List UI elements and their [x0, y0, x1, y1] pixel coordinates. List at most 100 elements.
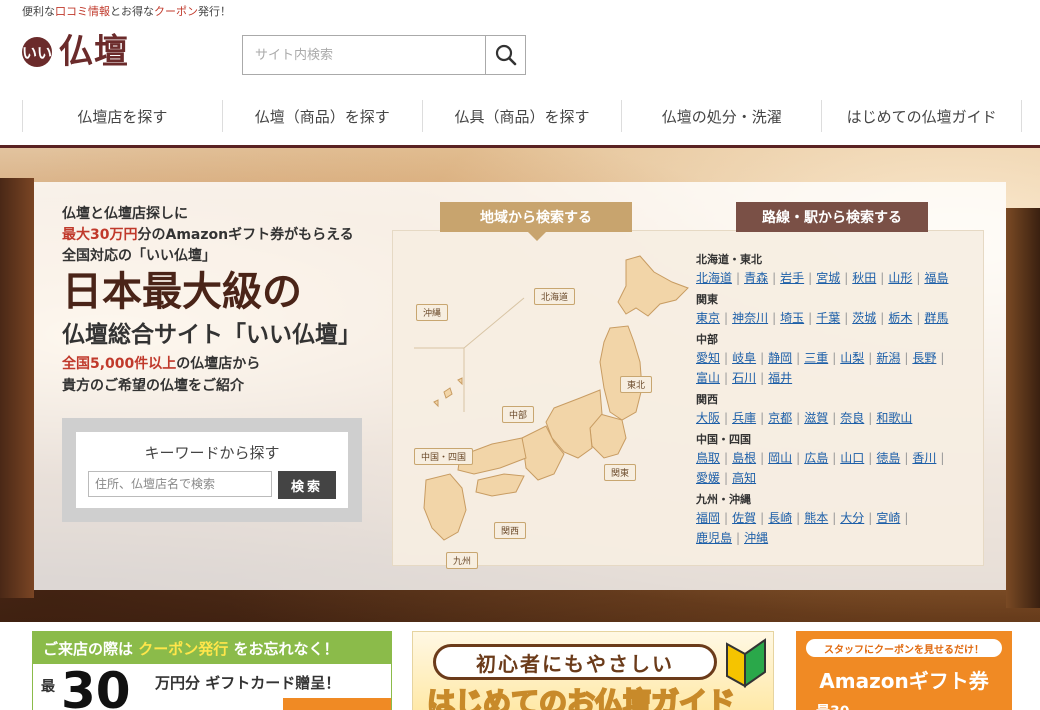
area-heading: 中国・四国: [696, 433, 751, 446]
amazon-gift-banner-amount: 最30: [816, 701, 849, 710]
pref-link[interactable]: 石川: [732, 371, 756, 385]
pref-link[interactable]: 大分: [840, 511, 864, 525]
pref-link[interactable]: 三重: [804, 351, 828, 365]
tab-station-search[interactable]: 路線・駅から検索する: [736, 202, 928, 232]
pref-link[interactable]: 福岡: [696, 511, 720, 525]
nav-find-store[interactable]: 仏壇店を探す: [22, 100, 222, 132]
hero-section: 仏壇と仏壇店探しに 最大30万円分のAmazonギフト券がもらえる 全国対応の「…: [0, 148, 1040, 622]
beginner-guide-banner[interactable]: 初心者にもやさしい はじめてのお仏壇ガイド: [412, 631, 774, 710]
pref-link[interactable]: 茨城: [852, 311, 876, 325]
pref-link[interactable]: 静岡: [768, 351, 792, 365]
map-label-chubu[interactable]: 中部: [502, 406, 535, 423]
hero-headline: 日本最大級の: [62, 268, 302, 315]
map-label-hokkaido[interactable]: 北海道: [534, 288, 576, 305]
pref-link[interactable]: 山形: [888, 271, 912, 285]
pref-link[interactable]: 愛知: [696, 351, 720, 365]
region-kyushu[interactable]: [423, 473, 467, 541]
beginner-guide-subtitle: はじめてのお仏壇ガイド: [426, 686, 736, 710]
pref-link[interactable]: 奈良: [840, 411, 864, 425]
pref-link[interactable]: 宮崎: [876, 511, 900, 525]
pref-link[interactable]: 島根: [732, 451, 756, 465]
region-shikoku[interactable]: [475, 473, 525, 497]
area-list: 北海道・東北 北海道 | 青森 | 岩手 | 宮城 | 秋田 | 山形 | 福島 関東 東京 | 神奈川 | 埼…: [696, 248, 996, 548]
pref-link[interactable]: 埼玉: [780, 311, 804, 325]
pref-link[interactable]: 大阪: [696, 411, 720, 425]
coupon-banner-header: ご来店の際は クーポン発行 をお忘れなく！: [33, 632, 391, 664]
pref-links: 福岡 | 佐賀 | 長崎 | 熊本 | 大分 | 宮崎 | 鹿児島 | 沖縄: [696, 511, 909, 545]
pref-link[interactable]: 鹿児島: [696, 531, 732, 545]
map-label-kanto[interactable]: 関東: [604, 464, 637, 481]
nav-disposal[interactable]: 仏壇の処分・洗濯: [621, 100, 821, 132]
pref-link[interactable]: 熊本: [804, 511, 828, 525]
amazon-gift-banner-title: Amazonギフト券: [819, 669, 989, 693]
pref-link[interactable]: 千葉: [816, 311, 840, 325]
pref-link[interactable]: 群馬: [924, 311, 948, 325]
pref-link[interactable]: 長野: [912, 351, 936, 365]
map-label-chugoku-shikoku[interactable]: 中国・四国: [414, 448, 474, 465]
hero-copy: 仏壇と仏壇店探しに 最大30万円分のAmazonギフト券がもらえる 全国対応の「…: [62, 204, 361, 397]
area-heading: 九州・沖縄: [696, 493, 751, 506]
pref-link[interactable]: 福井: [768, 371, 792, 385]
pref-link[interactable]: 鳥取: [696, 451, 720, 465]
pref-link[interactable]: 沖縄: [744, 531, 768, 545]
nav-guide[interactable]: はじめての仏壇ガイド: [821, 100, 1022, 132]
tab-region-search[interactable]: 地域から検索する: [440, 202, 632, 241]
pref-link[interactable]: 富山: [696, 371, 720, 385]
area-heading: 関東: [696, 293, 718, 306]
global-nav: 仏壇店を探す 仏壇（商品）を探す 仏具（商品）を探す 仏壇の処分・洗濯 はじめて…: [22, 100, 1022, 132]
pref-links: 東京 | 神奈川 | 埼玉 | 千葉 | 茨城 | 栃木 | 群馬: [696, 311, 949, 325]
nav-find-butsudan[interactable]: 仏壇（商品）を探す: [221, 100, 422, 132]
pref-link[interactable]: 秋田: [852, 271, 876, 285]
header-tagline: 便利な口コミ情報とお得なクーポン発行！: [22, 5, 231, 18]
pref-link[interactable]: 広島: [804, 451, 828, 465]
pref-link[interactable]: 岩手: [780, 271, 804, 285]
pref-link[interactable]: 佐賀: [732, 511, 756, 525]
pref-link[interactable]: 宮城: [816, 271, 840, 285]
pref-link[interactable]: 東京: [696, 311, 720, 325]
pref-link[interactable]: 長崎: [768, 511, 792, 525]
pref-link[interactable]: 神奈川: [732, 311, 768, 325]
coupon-banner-amount: 30: [61, 662, 131, 710]
map-label-kansai[interactable]: 関西: [494, 522, 527, 539]
pref-link[interactable]: 青森: [744, 271, 768, 285]
area-heading: 北海道・東北: [696, 253, 762, 266]
map-label-okinawa[interactable]: 沖縄: [416, 304, 449, 321]
pref-link[interactable]: 香川: [912, 451, 936, 465]
pref-link[interactable]: 兵庫: [732, 411, 756, 425]
keyword-search-input[interactable]: [88, 471, 272, 497]
pref-link[interactable]: 栃木: [888, 311, 912, 325]
pref-link[interactable]: 新潟: [876, 351, 900, 365]
pref-link[interactable]: 岐阜: [732, 351, 756, 365]
keyword-search-button[interactable]: 検索: [278, 471, 336, 499]
region-tohoku[interactable]: [599, 325, 643, 421]
pref-link[interactable]: 北海道: [696, 271, 732, 285]
region-okinawa[interactable]: [433, 377, 463, 408]
area-heading: 中部: [696, 333, 718, 346]
pref-link[interactable]: 高知: [732, 471, 756, 485]
site-search-button[interactable]: [485, 36, 525, 74]
pref-link[interactable]: 滋賀: [804, 411, 828, 425]
region-hokkaido[interactable]: [617, 255, 689, 317]
pref-link[interactable]: 岡山: [768, 451, 792, 465]
pref-link[interactable]: 福島: [924, 271, 948, 285]
logo-mark: いい: [22, 37, 52, 67]
pref-link[interactable]: 徳島: [876, 451, 900, 465]
nav-find-butsugu[interactable]: 仏具（商品）を探す: [421, 100, 622, 132]
hero-bg-decoration: [1006, 208, 1040, 608]
coupon-banner[interactable]: ご来店の際は クーポン発行 をお忘れなく！ 最 30 万円分 ギフトカード贈呈！: [32, 631, 392, 710]
map-label-kyushu[interactable]: 九州: [446, 552, 479, 569]
hero-subheadline: 仏壇総合サイト「いい仏壇」: [62, 322, 361, 348]
site-search-input[interactable]: [243, 36, 485, 74]
pref-link[interactable]: 山梨: [840, 351, 864, 365]
amazon-gift-banner-tag: スタッフにクーポンを見せるだけ！: [806, 639, 1002, 657]
site-logo[interactable]: いい 仏壇: [22, 32, 129, 72]
pref-link[interactable]: 京都: [768, 411, 792, 425]
coupon-banner-text: 万円分 ギフトカード贈呈！: [155, 674, 341, 692]
pref-link[interactable]: 山口: [840, 451, 864, 465]
beginner-guide-title: 初心者にもやさしい: [433, 644, 717, 680]
hero-panel: 仏壇と仏壇店探しに 最大30万円分のAmazonギフト券がもらえる 全国対応の「…: [34, 182, 1006, 590]
map-label-tohoku[interactable]: 東北: [620, 376, 653, 393]
pref-link[interactable]: 愛媛: [696, 471, 720, 485]
amazon-gift-banner[interactable]: スタッフにクーポンを見せるだけ！ Amazonギフト券 最30: [796, 631, 1012, 710]
pref-link[interactable]: 和歌山: [876, 411, 912, 425]
